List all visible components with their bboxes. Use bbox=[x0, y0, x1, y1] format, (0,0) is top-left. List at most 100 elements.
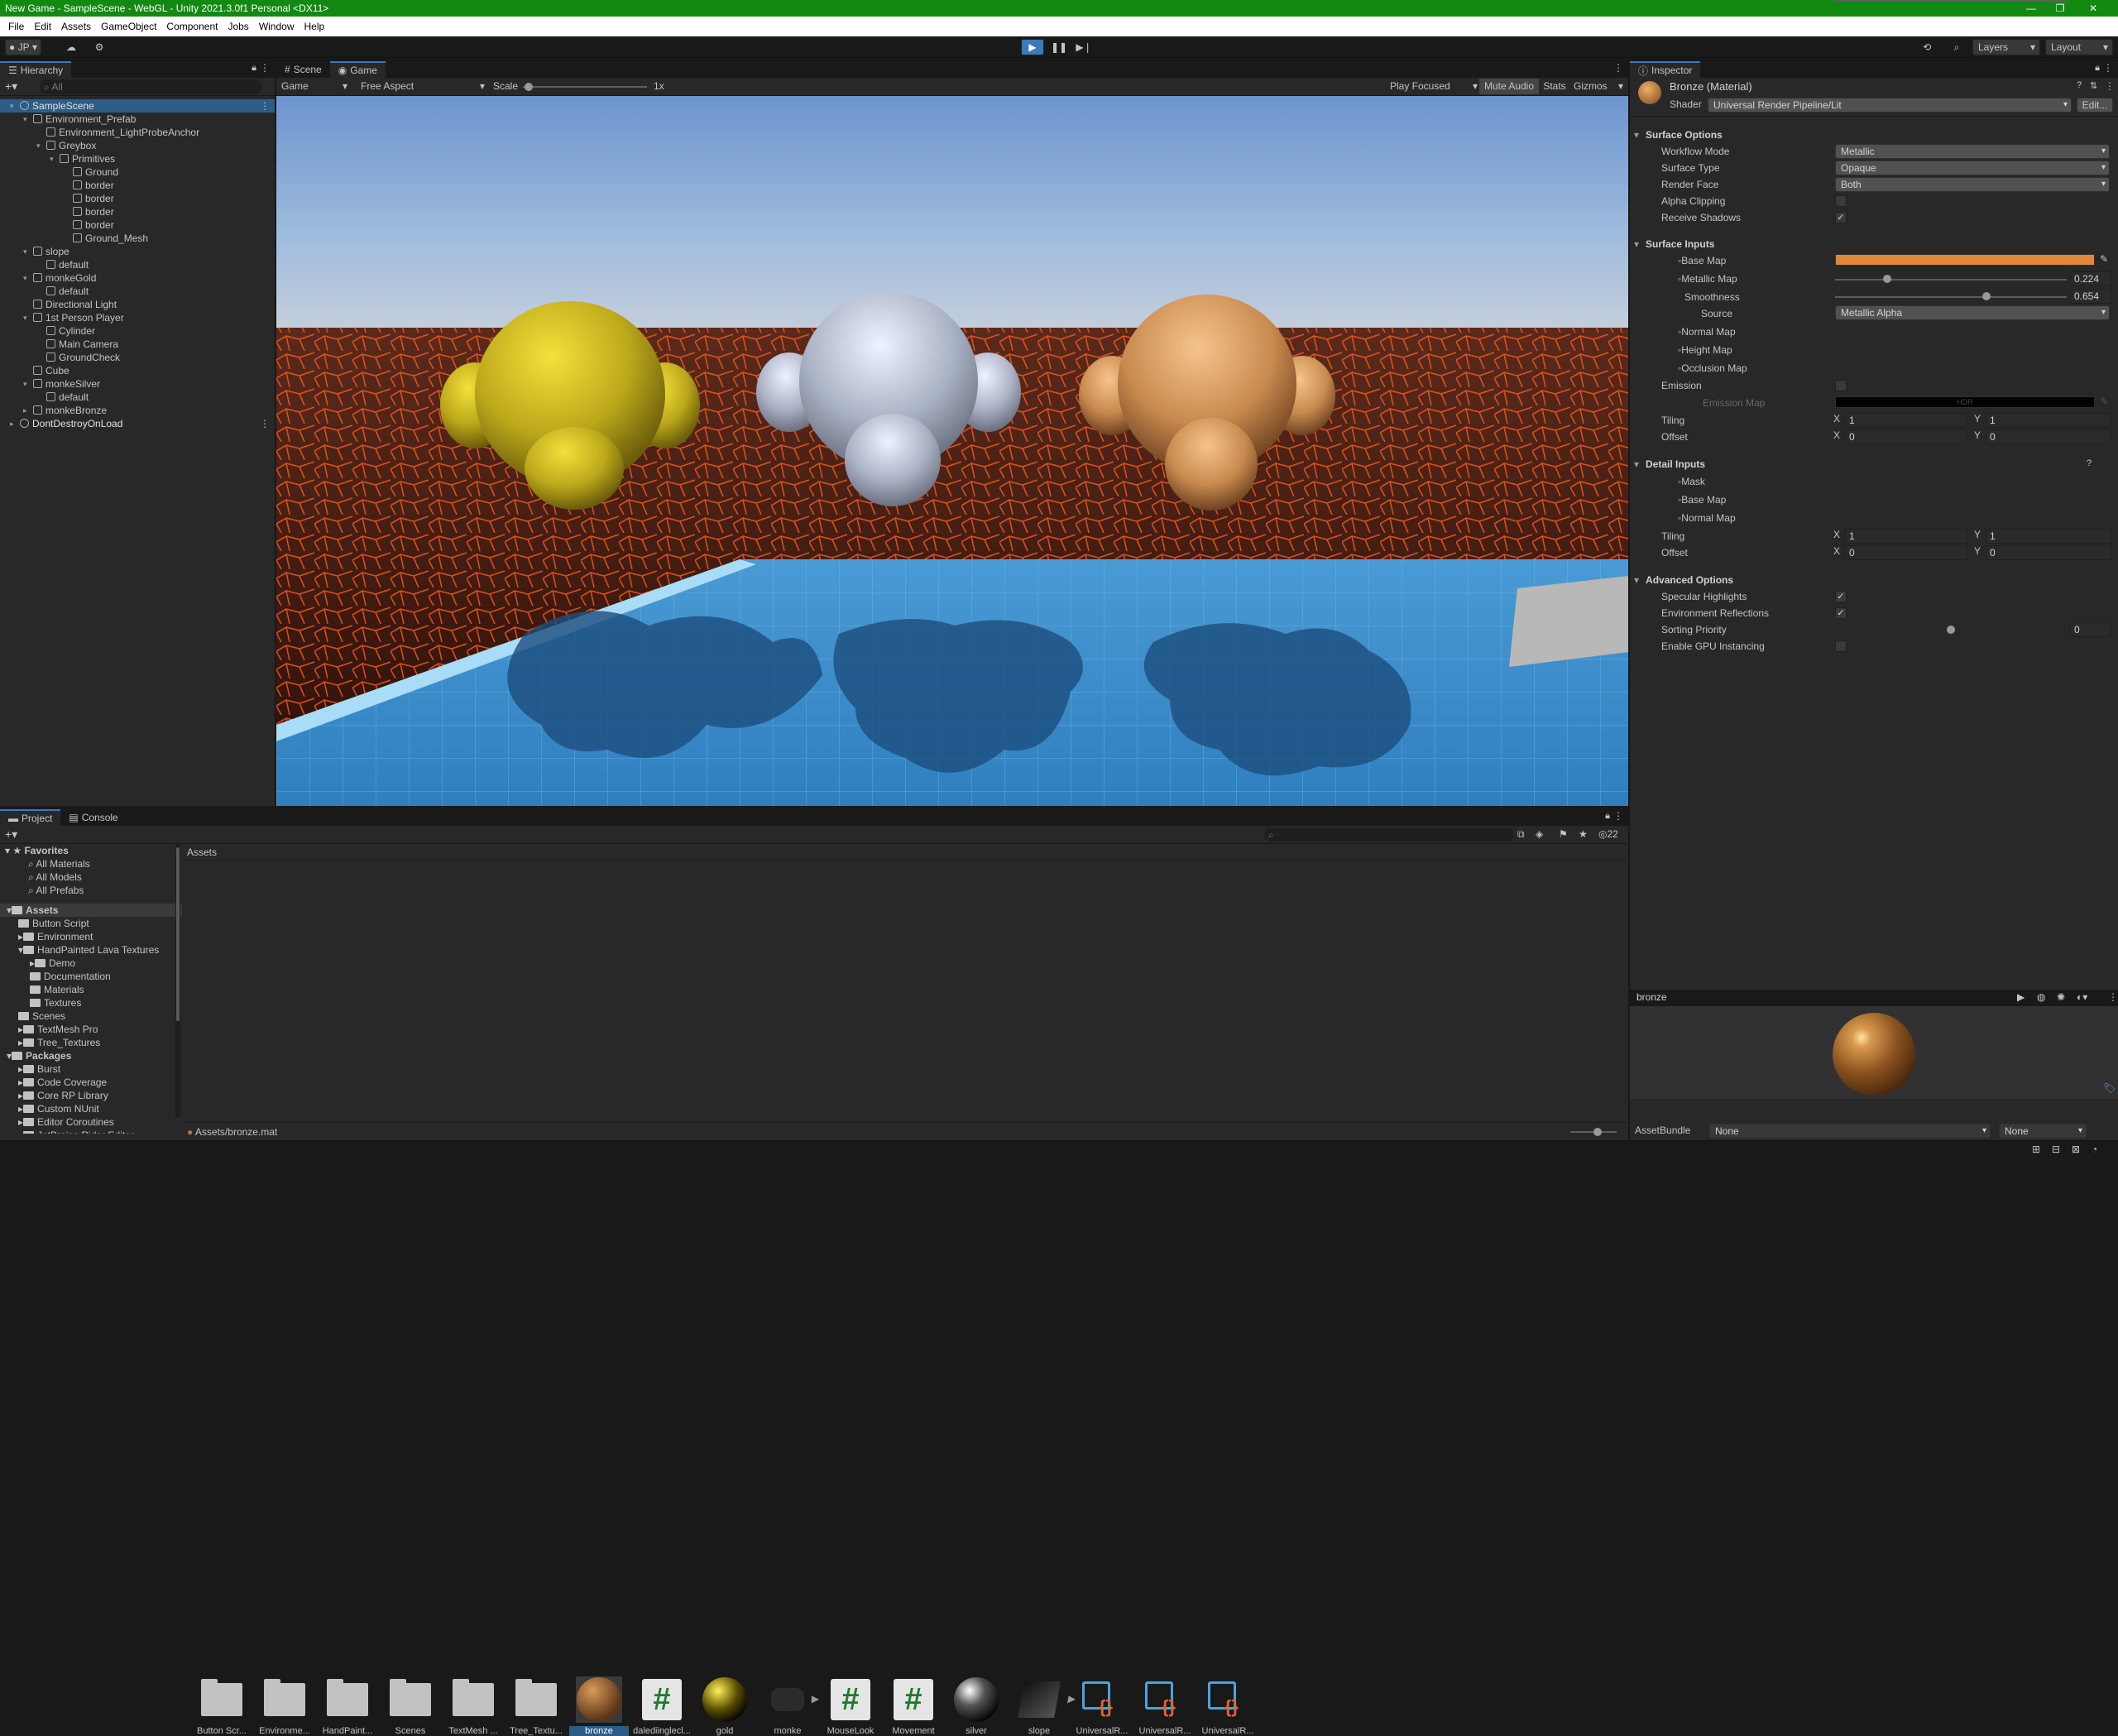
collab-icon[interactable]: ⚙ bbox=[89, 39, 109, 55]
menu-help[interactable]: Help bbox=[299, 21, 330, 32]
render-face-dropdown[interactable]: Both bbox=[1835, 177, 2110, 192]
base-color-swatch[interactable] bbox=[1835, 254, 2095, 266]
specular-highlights-checkbox[interactable]: ✓ bbox=[1835, 591, 1847, 602]
offset-x-field[interactable]: 0 bbox=[1845, 429, 1967, 444]
expand-arrow-icon[interactable]: ▸ bbox=[10, 417, 18, 430]
tag-icon[interactable]: 🏷︎ bbox=[2103, 1082, 2116, 1094]
asset-item[interactable]: # Movement bbox=[884, 1676, 943, 1736]
expand-arrow-icon[interactable]: ▾ bbox=[23, 245, 31, 258]
hierarchy-item[interactable]: Cube bbox=[0, 364, 275, 377]
shader-dropdown[interactable]: Universal Render Pipeline/Lit bbox=[1708, 98, 2072, 113]
gpu-instancing-checkbox[interactable] bbox=[1835, 640, 1847, 652]
preview-shape-icon[interactable]: ◐▾ bbox=[2077, 991, 2087, 1003]
hierarchy-item[interactable]: Directional Light bbox=[0, 298, 275, 311]
search-by-type-icon[interactable]: ⧉ bbox=[1517, 828, 1525, 841]
sphere-icon[interactable]: ◍ bbox=[2037, 991, 2045, 1003]
asset-item[interactable]: Environme... bbox=[255, 1676, 314, 1736]
hierarchy-item[interactable]: default bbox=[0, 391, 275, 404]
expand-arrow-icon[interactable]: ▾ bbox=[23, 377, 31, 391]
detail-offset-y-field[interactable]: 0 bbox=[1986, 545, 2111, 560]
tree-scrollbar[interactable] bbox=[175, 844, 180, 1117]
hierarchy-item[interactable]: border bbox=[0, 192, 275, 205]
tab-project[interactable]: ▬ Project bbox=[0, 809, 61, 826]
cloud-icon[interactable]: ☁ bbox=[61, 39, 81, 55]
hierarchy-item[interactable]: Ground bbox=[0, 165, 275, 179]
folder-tree-item[interactable]: ▸ Code Coverage bbox=[0, 1076, 182, 1089]
tree-root[interactable]: ▾ Assets bbox=[0, 904, 182, 917]
gizmos-dropdown[interactable]: Gizmos ▾ bbox=[1570, 79, 1625, 94]
search-by-label-icon[interactable]: ◈ bbox=[1536, 828, 1543, 840]
favorites-header[interactable]: ▾ ★ Favorites bbox=[0, 844, 182, 857]
kebab-menu-icon[interactable]: ⋮ bbox=[260, 99, 270, 113]
menu-gameobject[interactable]: GameObject bbox=[96, 21, 161, 32]
tab-hierarchy[interactable]: ☰ Hierarchy bbox=[0, 61, 72, 78]
folder-tree-item[interactable]: ▸ Environment bbox=[0, 930, 182, 943]
project-search-input[interactable]: ⌕ bbox=[1264, 827, 1514, 842]
surface-options-header[interactable]: Surface Options bbox=[1634, 127, 1723, 143]
folder-tree-item[interactable]: Materials bbox=[0, 983, 182, 996]
hierarchy-item[interactable]: ▾ 1st Person Player bbox=[0, 311, 275, 324]
icon-size-slider-handle[interactable] bbox=[1593, 1128, 1602, 1136]
hierarchy-item[interactable]: ▾ Primitives bbox=[0, 152, 275, 165]
kebab-menu-icon[interactable]: ⋮ bbox=[2103, 62, 2113, 74]
smoothness-value-field[interactable]: 0.654 bbox=[2070, 289, 2111, 304]
mute-audio-toggle[interactable]: Mute Audio bbox=[1479, 79, 1539, 94]
metallic-value-field[interactable]: 0.224 bbox=[2070, 271, 2111, 286]
asset-item[interactable]: bronze bbox=[569, 1676, 629, 1736]
tree-root[interactable]: ▾ Packages bbox=[0, 1049, 182, 1062]
menu-component[interactable]: Component bbox=[161, 21, 223, 32]
menu-jobs[interactable]: Jobs bbox=[223, 21, 253, 32]
progress-icon[interactable]: ⊠ bbox=[2072, 1144, 2080, 1155]
hierarchy-item[interactable]: Ground_Mesh bbox=[0, 232, 275, 245]
eyedropper-icon[interactable]: ✎ bbox=[2100, 396, 2108, 407]
environment-reflections-checkbox[interactable]: ✓ bbox=[1835, 607, 1847, 619]
workflow-mode-dropdown[interactable]: Metallic bbox=[1835, 144, 2110, 159]
play-focused-dropdown[interactable]: Play Focused ▾ bbox=[1390, 79, 1478, 94]
hierarchy-item[interactable]: GroundCheck bbox=[0, 351, 275, 364]
lock-icon[interactable]: 🔒︎ bbox=[1605, 811, 1610, 822]
kebab-menu-icon[interactable]: ⋮ bbox=[260, 417, 270, 430]
hierarchy-item[interactable]: ▾ slope bbox=[0, 245, 275, 258]
breadcrumb-assets[interactable]: Assets bbox=[187, 846, 217, 858]
receive-shadows-checkbox[interactable]: ✓ bbox=[1835, 212, 1847, 223]
favorite-item[interactable]: ⌕ All Materials bbox=[0, 857, 182, 870]
offset-y-field[interactable]: 0 bbox=[1986, 429, 2111, 444]
account-button[interactable]: ● JP ▾ bbox=[5, 39, 41, 55]
lock-icon[interactable]: 🔒︎ bbox=[2095, 63, 2100, 74]
asset-bundle-variant-dropdown[interactable]: None bbox=[1999, 1124, 2087, 1139]
hierarchy-item[interactable]: border bbox=[0, 179, 275, 192]
hierarchy-item[interactable]: ▸ monkeBronze bbox=[0, 404, 275, 417]
alpha-clipping-checkbox[interactable] bbox=[1835, 195, 1847, 207]
smoothness-slider[interactable] bbox=[1835, 296, 2067, 298]
menu-window[interactable]: Window bbox=[254, 21, 299, 32]
advanced-options-header[interactable]: Advanced Options bbox=[1634, 572, 1733, 588]
add-icon[interactable]: +▾ bbox=[5, 827, 17, 842]
folder-tree-item[interactable]: Documentation bbox=[0, 970, 182, 983]
eyedropper-icon[interactable]: ✎ bbox=[2100, 253, 2108, 265]
hierarchy-item[interactable]: Cylinder bbox=[0, 324, 275, 338]
asset-item[interactable]: {} UniversalR... bbox=[1198, 1676, 1258, 1736]
display-dropdown[interactable]: Game ▾ bbox=[278, 79, 349, 94]
expand-arrow-icon[interactable]: ▾ bbox=[10, 99, 18, 113]
hierarchy-item[interactable]: default bbox=[0, 285, 275, 298]
expand-arrow-icon[interactable]: ▾ bbox=[50, 152, 58, 165]
favorite-star-icon[interactable]: ★ bbox=[1579, 828, 1588, 840]
sorting-priority-slider[interactable] bbox=[1835, 0, 2067, 2]
tag-icon[interactable]: ⚑ bbox=[1559, 828, 1568, 840]
play-icon[interactable]: ▶ bbox=[2017, 991, 2025, 1003]
tiling-y-field[interactable]: 1 bbox=[1986, 413, 2111, 428]
stats-toggle[interactable]: Stats bbox=[1541, 79, 1569, 94]
folder-tree-item[interactable]: ▸JetBrains Rider Editor bbox=[0, 1129, 182, 1134]
hierarchy-item[interactable]: ▾ monkeSilver bbox=[0, 377, 275, 391]
asset-item[interactable]: {} UniversalR... bbox=[1135, 1676, 1195, 1736]
material-preview[interactable]: 🏷︎ bbox=[1630, 1006, 2118, 1099]
light-icon[interactable]: ✺ bbox=[2057, 991, 2065, 1003]
game-render[interactable] bbox=[276, 96, 1628, 806]
network-icon[interactable]: ⊞ bbox=[2032, 1144, 2040, 1155]
asset-item[interactable]: # MouseLook bbox=[821, 1676, 880, 1736]
hierarchy-item[interactable]: Environment_LightProbeAnchor bbox=[0, 126, 275, 139]
surface-type-dropdown[interactable]: Opaque bbox=[1835, 161, 2110, 175]
step-button[interactable]: ▶❘ bbox=[1072, 39, 1095, 55]
surface-inputs-header[interactable]: Surface Inputs bbox=[1634, 236, 1714, 252]
detail-offset-x-field[interactable]: 0 bbox=[1845, 545, 1967, 560]
